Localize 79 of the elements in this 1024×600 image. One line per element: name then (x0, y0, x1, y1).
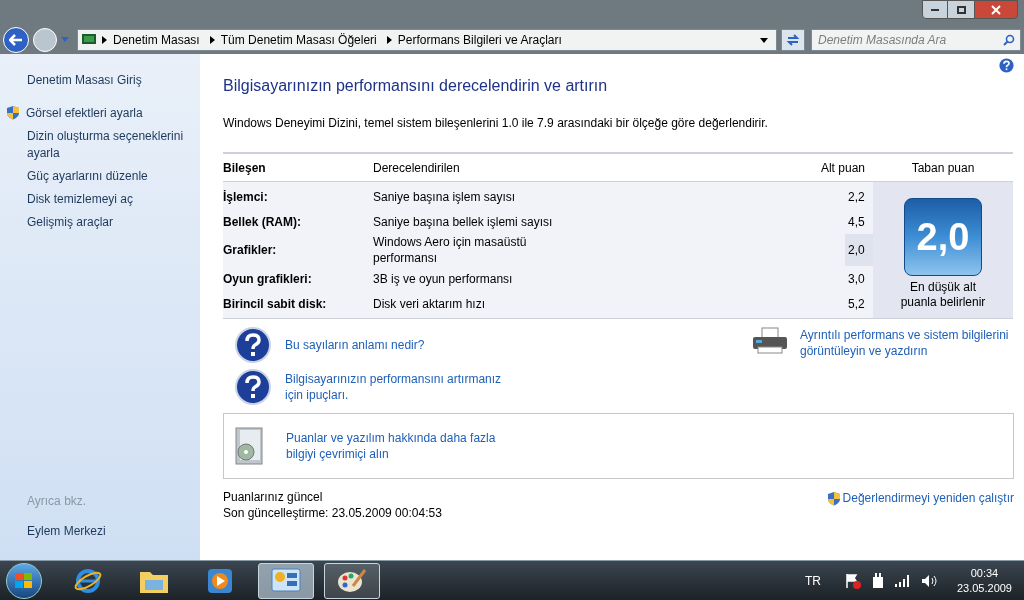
flag-error-icon[interactable] (844, 572, 861, 589)
score-badge: 2,0 (904, 198, 982, 276)
table-cell-text: Windows Aero için masaüstü performansı (373, 234, 528, 266)
help-icon (235, 327, 271, 363)
shield-icon (6, 105, 20, 120)
refresh-icon (786, 33, 800, 47)
dropdown-caret-icon[interactable] (760, 37, 768, 43)
chevron-right-icon (386, 36, 392, 44)
volume-icon[interactable] (920, 573, 937, 588)
sidebar-link[interactable]: Güç ayarlarını düzenle (27, 168, 148, 185)
shield-icon (826, 490, 841, 506)
description-text: Windows Deneyimi Dizini, temel sistem bileşenlerini 1.0 ile 7.9 arasındaki bir ölçeğe göre değerlendirir. (223, 115, 769, 132)
language-indicator[interactable]: TR (804, 571, 821, 590)
table-cell-text: 4,5 (847, 213, 866, 231)
chevron-right-icon (209, 36, 215, 44)
see-also-heading: Ayrıca bkz. (26, 493, 88, 510)
table-cell-text: 2,2 (847, 188, 866, 206)
help-link[interactable]: Bilgisayarınızın performansını artırmanız için ipuçları. (285, 371, 515, 403)
software-box-icon (232, 426, 266, 466)
printer-icon (752, 327, 788, 355)
address-bar[interactable]: Denetim Masası Tüm Denetim Masası Öğeleri Performans Bilgileri ve Araçları (77, 29, 777, 51)
status-text: Son güncelleştirme: 23.05.2009 00:04:53 (223, 505, 442, 521)
help-link[interactable]: Bu sayıların anlamı nedir? (285, 337, 515, 353)
sidebar-link[interactable]: Dizin oluşturma seçeneklerini ayarla (27, 128, 192, 162)
base-score-caption: En düşük alt puanla belirlenir (899, 280, 987, 310)
status-text: Puanlarınız güncel (223, 489, 324, 505)
table-cell-text: Oyun grafikleri: (223, 270, 313, 288)
maximize-button[interactable] (948, 0, 974, 19)
table-cell: 2,0 (845, 234, 873, 266)
sidebar-link[interactable]: Görsel efektleri ayarla (26, 105, 143, 122)
chevron-right-icon (102, 36, 107, 44)
online-info-link[interactable]: Puanlar ve yazılım hakkında daha fazla bilgiyi çevrimiçi alın (286, 430, 506, 462)
column-header: Alt puan (819, 159, 866, 177)
start-button[interactable] (6, 562, 42, 599)
page-title: Bilgisayarınızın performansını derecelendirin ve artırın (223, 76, 608, 96)
print-link[interactable]: Ayrıntılı performans ve sistem bilgilerini görüntüleyin ve yazdırın (800, 327, 1012, 359)
sidebar-link[interactable]: Eylem Merkezi (0, 522, 200, 540)
back-button[interactable] (3, 27, 29, 53)
search-icon (1003, 34, 1015, 46)
minimize-button[interactable] (922, 0, 948, 19)
table-cell-text: 3B iş ve oyun performansı (373, 270, 514, 287)
table-cell-text: Disk veri aktarım hızı (373, 295, 487, 312)
clock[interactable]: 00:34 23.05.2009 (956, 565, 1012, 596)
breadcrumb-item[interactable]: Denetim Masası (113, 31, 200, 49)
computer-icon (82, 34, 96, 46)
sidebar-link[interactable]: Gelişmiş araçlar (27, 214, 113, 231)
table-cell-text: Saniye başına bellek işlemi sayısı (373, 213, 554, 230)
play-icon (207, 567, 233, 594)
globe-icon (74, 566, 102, 595)
refresh-button[interactable] (781, 29, 805, 51)
column-header: Derecelendirilen (373, 159, 461, 177)
table-cell-text: İşlemci: (223, 188, 269, 206)
table-cell-text: Grafikler: (223, 242, 278, 259)
close-button[interactable] (974, 0, 1018, 19)
rerun-assessment-link[interactable]: Değerlendirmeyi yeniden çalıştır (842, 489, 1014, 507)
column-header: Bileşen (223, 159, 267, 177)
search-field[interactable]: Denetim Masasında Ara (811, 29, 1021, 51)
windows-logo-icon (15, 572, 33, 589)
forward-button[interactable] (33, 28, 57, 52)
back-arrow-icon (9, 34, 23, 46)
table-cell-text: Saniye başına işlem sayısı (373, 188, 517, 205)
close-icon (991, 4, 1001, 15)
sidebar-link[interactable]: Denetim Masası Giriş (27, 72, 142, 89)
control-panel-icon (271, 567, 301, 594)
table-cell-text: Birincil sabit disk: (223, 295, 328, 313)
help-icon (235, 369, 271, 405)
table-cell-text: 5,2 (847, 295, 866, 313)
power-plug-icon[interactable] (870, 572, 885, 589)
breadcrumb-item[interactable]: Performans Bilgileri ve Araçları (397, 31, 562, 49)
signal-bars-icon[interactable] (894, 574, 911, 587)
taskbar-button[interactable] (324, 562, 380, 599)
table-cell-text: 3,0 (847, 270, 866, 288)
breadcrumb-item[interactable]: Tüm Denetim Masası Öğeleri (220, 31, 377, 49)
help-icon[interactable] (999, 58, 1014, 73)
table-cell-text: Bellek (RAM): (223, 213, 302, 231)
column-header: Taban puan (911, 159, 975, 177)
sidebar-link[interactable]: Disk temizlemeyi aç (27, 191, 134, 208)
palette-icon (337, 567, 367, 594)
taskbar-button[interactable] (258, 562, 314, 599)
